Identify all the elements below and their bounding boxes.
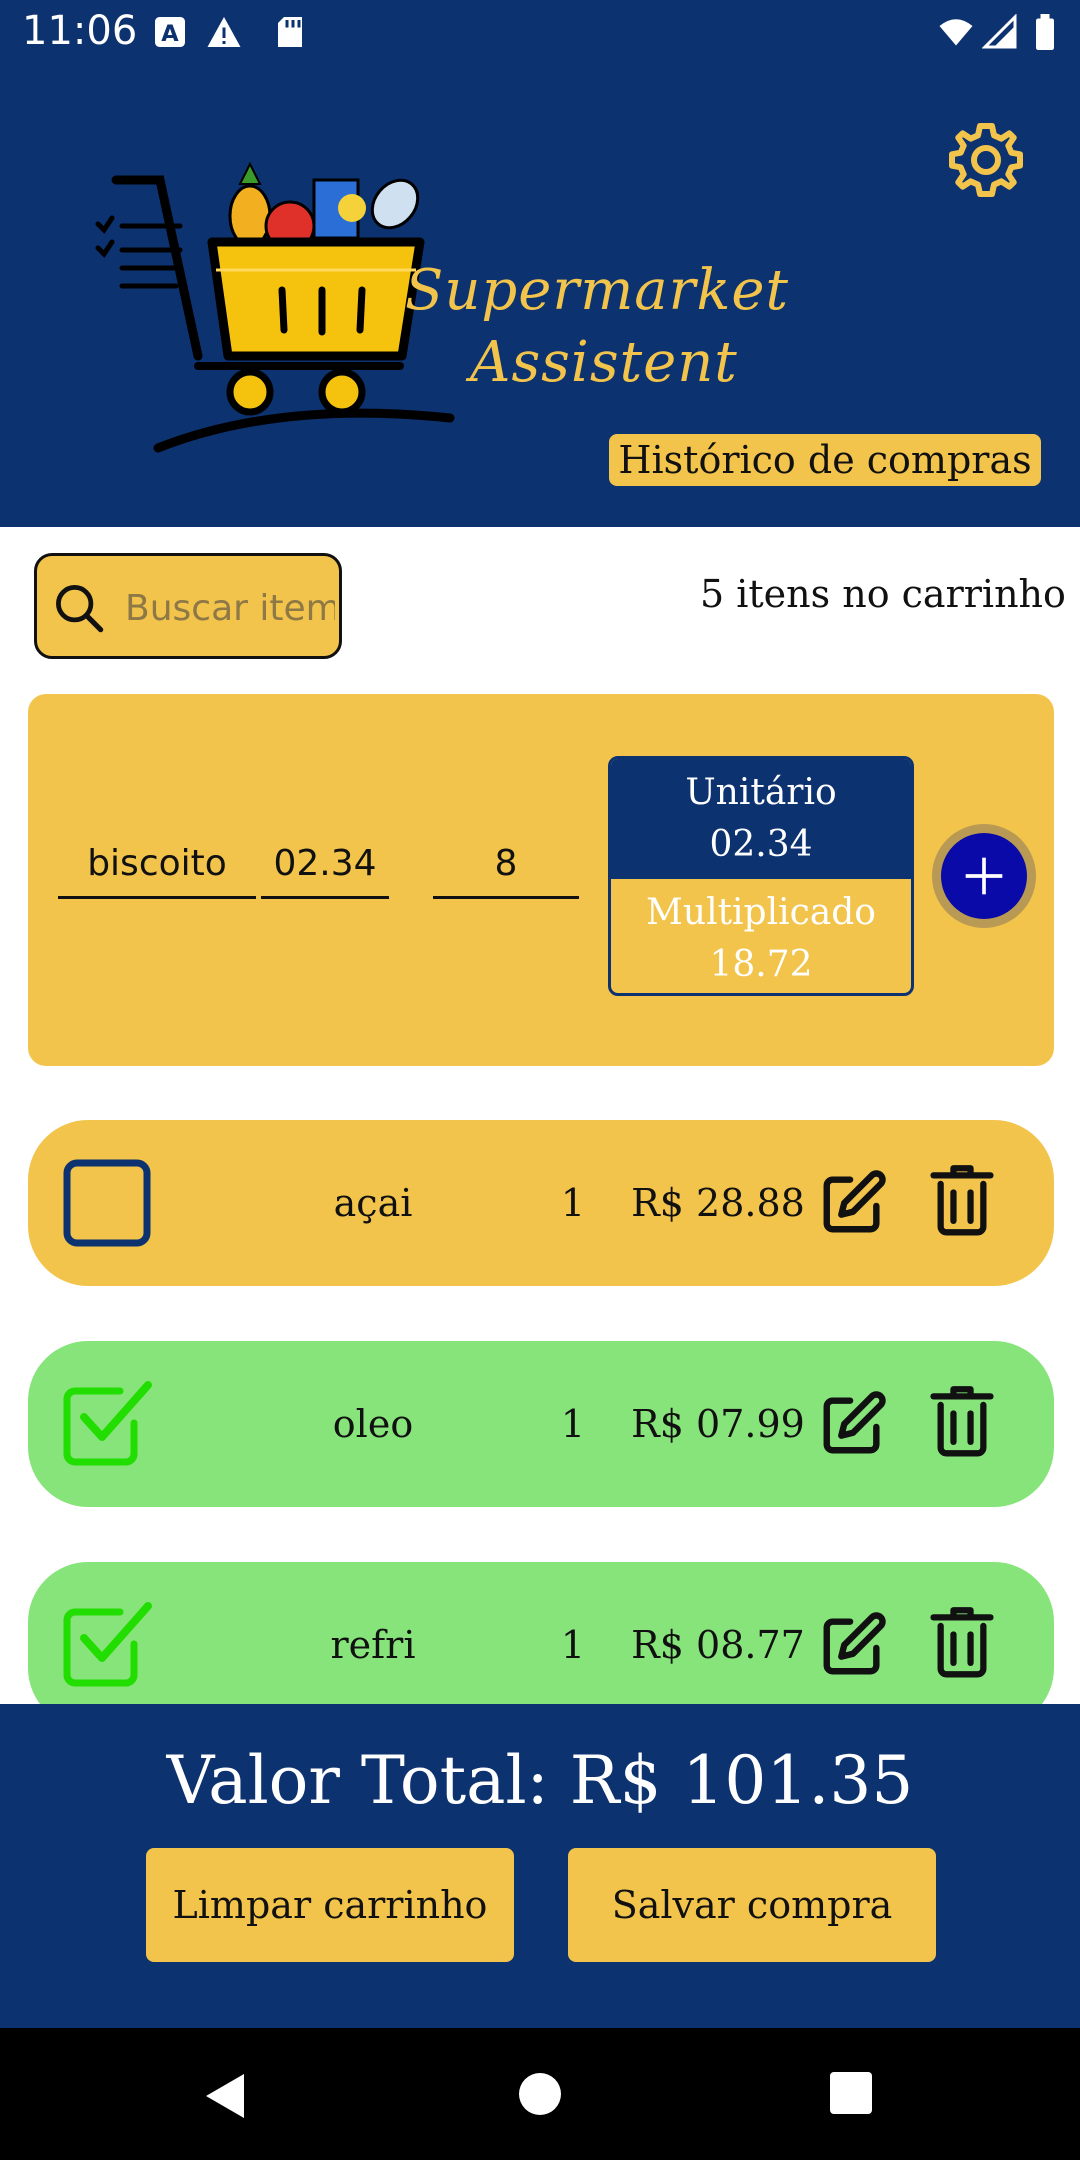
list-item: oleo 1 R$ 07.99 xyxy=(28,1341,1054,1507)
item-price: R$ 28.88 xyxy=(631,1181,805,1225)
unit-price-option[interactable]: Unitário 02.34 xyxy=(611,759,911,879)
item-price-field[interactable]: 02.34 xyxy=(261,830,389,899)
app-title-line1: Supermarket xyxy=(405,258,790,323)
trash-icon[interactable] xyxy=(930,1385,994,1459)
item-quantity: 1 xyxy=(560,1181,586,1225)
cart-footer: Valor Total: R$ 101.35 Limpar carrinho S… xyxy=(0,1704,1080,2028)
item-price: R$ 07.99 xyxy=(631,1402,805,1446)
item-name: oleo xyxy=(332,1402,414,1446)
a-box-icon: A xyxy=(155,17,185,47)
checkbox-checked[interactable] xyxy=(62,1600,152,1690)
multiplied-price-option[interactable]: Multiplicado 18.72 xyxy=(611,879,911,993)
sd-card-icon xyxy=(278,17,302,47)
back-icon[interactable] xyxy=(204,2072,248,2120)
save-purchase-button[interactable]: Salvar compra xyxy=(568,1848,936,1962)
total-value: Valor Total: R$ 101.35 xyxy=(166,1742,914,1819)
trash-icon[interactable] xyxy=(930,1606,994,1680)
item-quantity-field[interactable]: 8 xyxy=(433,830,579,899)
navigation-bar xyxy=(0,2028,1080,2160)
search-icon xyxy=(56,585,104,633)
wifi-icon xyxy=(939,19,973,46)
multiplied-price-label: Multiplicado xyxy=(646,892,876,933)
trash-icon[interactable] xyxy=(930,1164,994,1238)
edit-icon[interactable] xyxy=(818,1389,888,1459)
list-item: açai 1 R$ 28.88 xyxy=(28,1120,1054,1286)
checkbox-checked[interactable] xyxy=(62,1379,152,1469)
search-box[interactable] xyxy=(34,553,342,659)
status-time: 11:06 xyxy=(22,8,138,54)
gear-icon[interactable] xyxy=(946,120,1026,200)
checkbox-unchecked[interactable] xyxy=(62,1158,152,1248)
unit-price-value: 02.34 xyxy=(709,824,813,865)
recents-icon[interactable] xyxy=(830,2072,872,2114)
svg-text:A: A xyxy=(161,21,179,47)
unit-price-label: Unitário xyxy=(685,772,837,813)
item-name-field[interactable]: biscoito xyxy=(58,830,256,899)
history-button[interactable]: Histórico de compras xyxy=(609,434,1041,486)
home-icon[interactable] xyxy=(518,2072,562,2116)
edit-icon[interactable] xyxy=(818,1610,888,1680)
signal-icon xyxy=(982,14,1017,49)
add-item-card: biscoito 02.34 8 Unitário 02.34 Multipli… xyxy=(28,694,1054,1066)
status-bar: 11:06 A xyxy=(0,0,1080,66)
add-item-button[interactable] xyxy=(932,824,1036,928)
item-quantity: 1 xyxy=(560,1402,586,1446)
app-title-line2: Assistent xyxy=(470,330,738,395)
battery-icon xyxy=(1036,14,1054,50)
plus-icon xyxy=(965,857,1003,895)
cart-count-text: 5 itens no carrinho xyxy=(700,572,1066,616)
clear-cart-button[interactable]: Limpar carrinho xyxy=(146,1848,514,1962)
price-mode-toggle[interactable]: Unitário 02.34 Multiplicado 18.72 xyxy=(608,756,914,996)
edit-icon[interactable] xyxy=(818,1168,888,1238)
warning-icon xyxy=(207,17,241,47)
item-name: açai xyxy=(333,1181,413,1225)
search-input[interactable] xyxy=(123,574,337,642)
multiplied-price-value: 18.72 xyxy=(709,944,813,985)
